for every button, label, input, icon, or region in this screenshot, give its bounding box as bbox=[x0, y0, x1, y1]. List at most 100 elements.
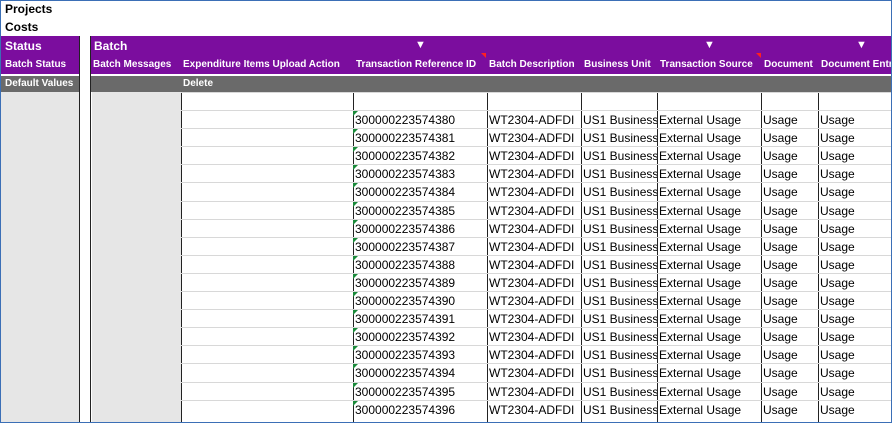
document-entry-cell[interactable]: Usage bbox=[818, 129, 891, 147]
document-entry-cell[interactable]: Usage bbox=[818, 147, 891, 165]
batch-description-cell[interactable]: WT2304-ADFDI bbox=[487, 111, 581, 129]
transaction-reference-id-cell[interactable]: 300000223574382 bbox=[353, 147, 486, 165]
business-unit-cell[interactable]: US1 Business bbox=[581, 111, 657, 129]
transaction-source-cell[interactable]: External Usage bbox=[657, 292, 761, 310]
batch-description-cell[interactable]: WT2304-ADFDI bbox=[487, 238, 581, 256]
batch-status-column[interactable] bbox=[1, 92, 79, 422]
document-cell[interactable]: Usage bbox=[761, 364, 818, 382]
table-row[interactable]: 300000223574396 WT2304-ADFDI US1 Business E… bbox=[181, 399, 891, 419]
batch-description-cell[interactable]: WT2304-ADFDI bbox=[487, 328, 581, 346]
business-unit-cell[interactable]: US1 Business bbox=[581, 129, 657, 147]
table-row-empty[interactable] bbox=[181, 92, 891, 110]
document-entry-cell[interactable]: Usage bbox=[818, 183, 891, 201]
document-entry-cell[interactable]: Usage bbox=[818, 401, 891, 419]
document-cell[interactable]: Usage bbox=[761, 274, 818, 292]
transaction-source-cell[interactable]: External Usage bbox=[657, 165, 761, 183]
document-entry-cell[interactable]: Usage bbox=[818, 274, 891, 292]
col-header-batch-description[interactable]: Batch Description bbox=[489, 58, 581, 72]
batch-description-cell[interactable]: WT2304-ADFDI bbox=[487, 165, 581, 183]
table-row[interactable]: 300000223574393 WT2304-ADFDI US1 Business E… bbox=[181, 345, 891, 363]
table-row[interactable]: 300000223574383 WT2304-ADFDI US1 Business E… bbox=[181, 164, 891, 182]
transaction-reference-id-cell[interactable]: 300000223574384 bbox=[353, 183, 486, 201]
batch-description-cell[interactable]: WT2304-ADFDI bbox=[487, 256, 581, 274]
table-row[interactable]: 300000223574385 WT2304-ADFDI US1 Business E… bbox=[181, 200, 891, 220]
transaction-source-cell[interactable]: External Usage bbox=[657, 256, 761, 274]
batch-description-cell[interactable]: WT2304-ADFDI bbox=[487, 202, 581, 220]
business-unit-cell[interactable]: US1 Business bbox=[581, 383, 657, 401]
batch-description-cell[interactable]: WT2304-ADFDI bbox=[487, 401, 581, 419]
table-row[interactable]: 300000223574389 WT2304-ADFDI US1 Business E… bbox=[181, 272, 891, 292]
comment-indicator-icon[interactable] bbox=[481, 53, 486, 58]
document-cell[interactable]: Usage bbox=[761, 328, 818, 346]
transaction-source-cell[interactable]: External Usage bbox=[657, 346, 761, 364]
document-entry-cell[interactable]: Usage bbox=[818, 202, 891, 220]
business-unit-cell[interactable]: US1 Business bbox=[581, 202, 657, 220]
document-cell[interactable]: Usage bbox=[761, 147, 818, 165]
document-entry-cell[interactable]: Usage bbox=[818, 220, 891, 238]
transaction-reference-id-cell[interactable]: 300000223574395 bbox=[353, 383, 486, 401]
table-row[interactable]: 300000223574388 WT2304-ADFDI US1 Business E… bbox=[181, 254, 891, 274]
batch-description-cell[interactable]: WT2304-ADFDI bbox=[487, 310, 581, 328]
business-unit-cell[interactable]: US1 Business bbox=[581, 328, 657, 346]
document-entry-cell[interactable]: Usage bbox=[818, 111, 891, 129]
document-cell[interactable]: Usage bbox=[761, 202, 818, 220]
document-entry-cell[interactable]: Usage bbox=[818, 346, 891, 364]
batch-description-cell[interactable]: WT2304-ADFDI bbox=[487, 220, 581, 238]
table-row[interactable]: 300000223574387 WT2304-ADFDI US1 Business E… bbox=[181, 236, 891, 256]
business-unit-cell[interactable]: US1 Business bbox=[581, 183, 657, 201]
table-row[interactable]: 300000223574391 WT2304-ADFDI US1 Business E… bbox=[181, 309, 891, 327]
batch-description-cell[interactable]: WT2304-ADFDI bbox=[487, 129, 581, 147]
transaction-reference-id-cell[interactable]: 300000223574383 bbox=[353, 165, 486, 183]
transaction-reference-id-cell[interactable]: 300000223574396 bbox=[353, 401, 486, 419]
business-unit-cell[interactable]: US1 Business bbox=[581, 346, 657, 364]
transaction-source-cell[interactable]: External Usage bbox=[657, 129, 761, 147]
document-entry-cell[interactable]: Usage bbox=[818, 292, 891, 310]
business-unit-cell[interactable]: US1 Business bbox=[581, 401, 657, 419]
transaction-source-cell[interactable]: External Usage bbox=[657, 310, 761, 328]
table-row[interactable]: 300000223574392 WT2304-ADFDI US1 Business E… bbox=[181, 327, 891, 345]
transaction-source-cell[interactable]: External Usage bbox=[657, 274, 761, 292]
transaction-source-cell[interactable]: External Usage bbox=[657, 111, 761, 129]
business-unit-cell[interactable]: US1 Business bbox=[581, 310, 657, 328]
filter-dropdown-icon[interactable]: ▼ bbox=[415, 38, 426, 52]
transaction-reference-id-cell[interactable]: 300000223574386 bbox=[353, 220, 486, 238]
filter-dropdown-icon[interactable]: ▼ bbox=[704, 38, 715, 52]
business-unit-cell[interactable]: US1 Business bbox=[581, 165, 657, 183]
col-header-transaction-source[interactable]: Transaction Source bbox=[660, 58, 761, 72]
document-entry-cell[interactable]: Usage bbox=[818, 364, 891, 382]
transaction-reference-id-cell[interactable]: 300000223574388 bbox=[353, 256, 486, 274]
table-row[interactable]: 300000223574394 WT2304-ADFDI US1 Business E… bbox=[181, 363, 891, 381]
transaction-reference-id-cell[interactable]: 300000223574381 bbox=[353, 129, 486, 147]
document-cell[interactable]: Usage bbox=[761, 183, 818, 201]
col-header-business-unit[interactable]: Business Unit bbox=[584, 58, 658, 72]
batch-description-cell[interactable]: WT2304-ADFDI bbox=[487, 274, 581, 292]
business-unit-cell[interactable]: US1 Business bbox=[581, 364, 657, 382]
col-header-batch-messages[interactable]: Batch Messages bbox=[93, 58, 181, 72]
document-entry-cell[interactable]: Usage bbox=[818, 165, 891, 183]
document-entry-cell[interactable]: Usage bbox=[818, 383, 891, 401]
col-header-document-entry[interactable]: Document Entr bbox=[821, 58, 891, 72]
batch-messages-column[interactable] bbox=[92, 92, 181, 422]
table-row[interactable]: 300000223574380 WT2304-ADFDI US1 Business E… bbox=[181, 110, 891, 128]
transaction-reference-id-cell[interactable]: 300000223574385 bbox=[353, 202, 486, 220]
transaction-source-cell[interactable]: External Usage bbox=[657, 183, 761, 201]
transaction-reference-id-cell[interactable]: 300000223574393 bbox=[353, 346, 486, 364]
document-entry-cell[interactable]: Usage bbox=[818, 256, 891, 274]
transaction-source-cell[interactable]: External Usage bbox=[657, 328, 761, 346]
transaction-source-cell[interactable]: External Usage bbox=[657, 364, 761, 382]
business-unit-cell[interactable]: US1 Business bbox=[581, 147, 657, 165]
document-cell[interactable]: Usage bbox=[761, 238, 818, 256]
table-row[interactable]: 300000223574390 WT2304-ADFDI US1 Business E… bbox=[181, 291, 891, 309]
batch-description-cell[interactable]: WT2304-ADFDI bbox=[487, 147, 581, 165]
document-cell[interactable]: Usage bbox=[761, 346, 818, 364]
transaction-source-cell[interactable]: External Usage bbox=[657, 238, 761, 256]
business-unit-cell[interactable]: US1 Business bbox=[581, 292, 657, 310]
document-entry-cell[interactable]: Usage bbox=[818, 310, 891, 328]
transaction-reference-id-cell[interactable]: 300000223574391 bbox=[353, 310, 486, 328]
document-cell[interactable]: Usage bbox=[761, 129, 818, 147]
business-unit-cell[interactable]: US1 Business bbox=[581, 256, 657, 274]
table-row[interactable]: 300000223574384 WT2304-ADFDI US1 Business E… bbox=[181, 182, 891, 200]
business-unit-cell[interactable]: US1 Business bbox=[581, 238, 657, 256]
col-header-batch-status[interactable]: Batch Status bbox=[5, 58, 79, 72]
business-unit-cell[interactable]: US1 Business bbox=[581, 220, 657, 238]
